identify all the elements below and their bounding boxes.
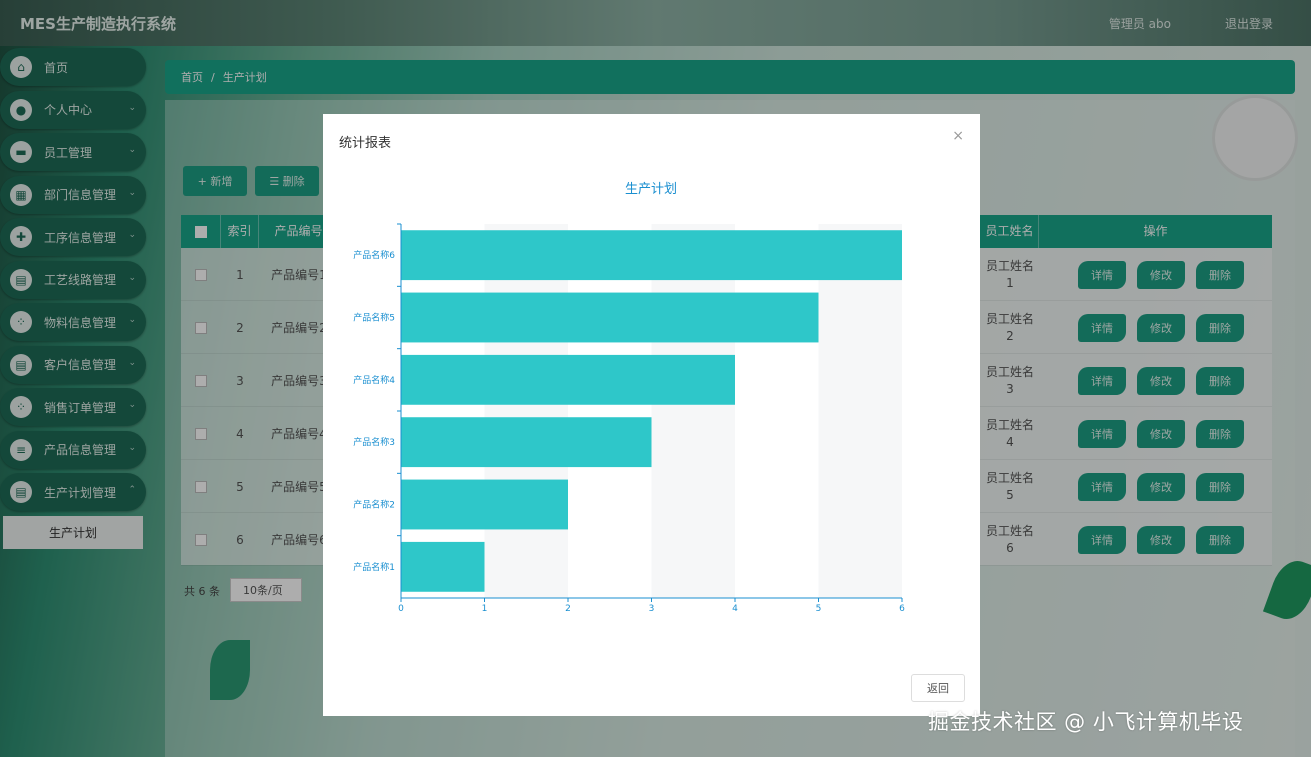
chart-title: 生产计划 bbox=[625, 182, 677, 197]
y-tick-label: 产品名称5 bbox=[353, 312, 395, 324]
y-tick-label: 产品名称4 bbox=[353, 374, 395, 386]
y-tick-label: 产品名称3 bbox=[353, 436, 395, 448]
bar bbox=[401, 479, 568, 530]
grid-band bbox=[484, 224, 568, 598]
y-tick-label: 产品名称1 bbox=[353, 561, 395, 573]
x-tick-label: 3 bbox=[649, 604, 655, 614]
bar bbox=[401, 292, 819, 343]
bar bbox=[401, 354, 735, 405]
x-tick-label: 1 bbox=[482, 604, 488, 614]
bar-chart: 生产计划 产品名称1 产品名称2 产品名称3 产品名称4 产品名称5 产品名称6 0 1 2 3 4… bbox=[353, 182, 905, 614]
x-tick-label: 2 bbox=[565, 604, 571, 614]
x-tick-label: 5 bbox=[816, 604, 822, 614]
back-button[interactable]: 返回 bbox=[911, 674, 965, 702]
bar bbox=[401, 230, 902, 281]
grid-band bbox=[818, 224, 902, 598]
bar bbox=[401, 541, 485, 592]
x-tick-label: 4 bbox=[732, 604, 738, 614]
statistics-modal: 统计报表 × 生产计划 产品名称1 产品名称2 产品名称3 产品名称4 产品名称5 产品名… bbox=[323, 114, 980, 716]
grid-band bbox=[651, 224, 735, 598]
bar bbox=[401, 417, 652, 468]
watermark: 掘金技术社区 @ 小飞计算机毕设 bbox=[928, 710, 1244, 734]
x-tick-label: 6 bbox=[899, 604, 905, 614]
y-tick-label: 产品名称2 bbox=[353, 499, 395, 511]
y-tick-label: 产品名称6 bbox=[353, 249, 395, 261]
x-tick-label: 0 bbox=[398, 604, 404, 614]
